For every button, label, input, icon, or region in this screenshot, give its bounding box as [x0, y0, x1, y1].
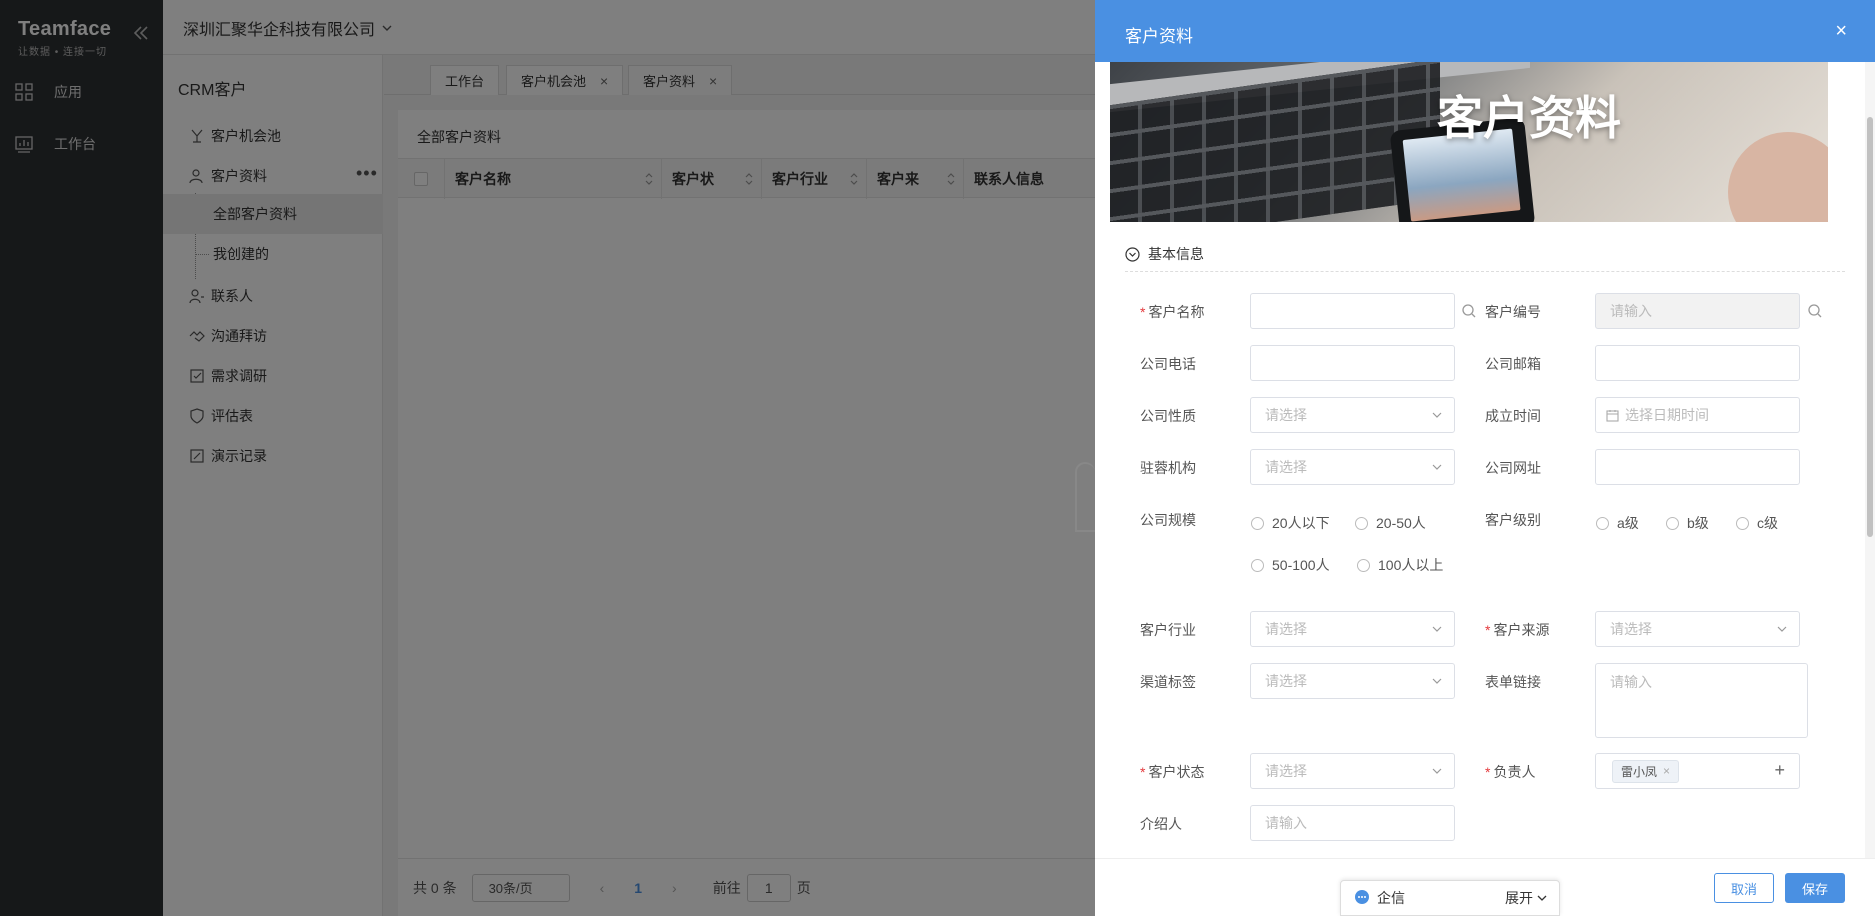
- founded-datepicker[interactable]: 选择日期时间: [1595, 397, 1800, 433]
- owner-tag: 雷小凤 ×: [1612, 759, 1680, 783]
- section-basic-info[interactable]: 基本信息: [1125, 244, 1204, 264]
- chat-widget[interactable]: 企信 展开: [1340, 880, 1560, 916]
- search-icon[interactable]: [1807, 303, 1823, 319]
- customer-no-input[interactable]: 请输入: [1595, 293, 1800, 329]
- radio-scale-2[interactable]: 20-50人: [1355, 513, 1426, 533]
- radio-circle[interactable]: [1596, 516, 1609, 530]
- radio-scale-3[interactable]: 50-100人: [1251, 555, 1330, 575]
- chevron-down-icon: [1777, 626, 1787, 632]
- chevron-down-icon: [1432, 678, 1442, 684]
- radio-circle[interactable]: [1355, 516, 1368, 530]
- customer-name-input[interactable]: [1250, 293, 1455, 329]
- search-icon[interactable]: [1461, 303, 1477, 319]
- chat-label: 企信: [1377, 890, 1405, 906]
- label-source: * 客户来源: [1485, 622, 1550, 638]
- label-industry: 客户行业: [1140, 622, 1196, 638]
- label-referrer: 介绍人: [1140, 816, 1182, 832]
- phone-input[interactable]: [1250, 345, 1455, 381]
- drawer-scrollbar[interactable]: [1865, 62, 1875, 858]
- label-owner: * 负责人: [1485, 764, 1536, 780]
- chevron-down-icon: [1432, 768, 1442, 774]
- chat-icon: [1355, 890, 1369, 904]
- customer-profile-drawer: 客户资料 × 客户资料 基本信息 * 客户名称 客户编号 请输入 公司电话 公司邮…: [1095, 0, 1875, 916]
- industry-select[interactable]: 请选择: [1250, 611, 1455, 647]
- banner-title: 客户资料: [1437, 92, 1621, 144]
- add-icon[interactable]: +: [1774, 760, 1785, 781]
- form-link-textarea[interactable]: 请输入: [1595, 663, 1808, 738]
- label-level: 客户级别: [1485, 512, 1541, 528]
- label-customer-name: * 客户名称: [1140, 304, 1205, 320]
- channel-select[interactable]: 请选择: [1250, 663, 1455, 699]
- remove-tag-icon[interactable]: ×: [1663, 764, 1670, 778]
- mascot-illustration: [1075, 462, 1095, 532]
- owner-picker[interactable]: 雷小凤 × +: [1595, 753, 1800, 789]
- chevron-down-icon: [1537, 895, 1547, 901]
- cancel-button[interactable]: 取消: [1714, 873, 1774, 903]
- scrollbar-thumb[interactable]: [1867, 117, 1873, 537]
- label-founded: 成立时间: [1485, 408, 1541, 424]
- email-input[interactable]: [1595, 345, 1800, 381]
- label-email: 公司邮箱: [1485, 356, 1541, 372]
- banner-image: 客户资料: [1110, 62, 1828, 222]
- label-form-link: 表单链接: [1485, 674, 1541, 690]
- status-select[interactable]: 请选择: [1250, 753, 1455, 789]
- label-customer-no: 客户编号: [1485, 304, 1541, 320]
- label-nature: 公司性质: [1140, 408, 1196, 424]
- chevron-down-icon: [1432, 464, 1442, 470]
- radio-level-b[interactable]: b级: [1666, 513, 1709, 533]
- collapse-circle-icon[interactable]: [1125, 246, 1140, 262]
- radio-circle[interactable]: [1251, 516, 1264, 530]
- drawer-title: 客户资料: [1125, 27, 1193, 46]
- close-icon[interactable]: ×: [1835, 20, 1847, 43]
- referrer-input[interactable]: 请输入: [1250, 805, 1455, 841]
- radio-circle[interactable]: [1666, 516, 1679, 530]
- nature-select[interactable]: 请选择: [1250, 397, 1455, 433]
- save-button[interactable]: 保存: [1785, 873, 1845, 903]
- radio-circle[interactable]: [1251, 558, 1264, 572]
- section-divider: [1125, 271, 1845, 272]
- radio-level-a[interactable]: a级: [1596, 513, 1639, 533]
- label-phone: 公司电话: [1140, 356, 1196, 372]
- section-title: 基本信息: [1148, 246, 1204, 262]
- chat-expand[interactable]: 展开: [1505, 888, 1533, 908]
- drawer-body: 客户资料 基本信息 * 客户名称 客户编号 请输入 公司电话 公司邮箱 公司性质 …: [1095, 62, 1875, 858]
- calendar-icon: [1606, 409, 1619, 422]
- source-select[interactable]: 请选择: [1595, 611, 1800, 647]
- label-agency: 驻蓉机构: [1140, 460, 1196, 476]
- chevron-down-icon: [1432, 626, 1442, 632]
- label-status: * 客户状态: [1140, 764, 1205, 780]
- label-channel: 渠道标签: [1140, 674, 1196, 690]
- website-input[interactable]: [1595, 449, 1800, 485]
- chevron-down-icon: [1432, 412, 1442, 418]
- agency-select[interactable]: 请选择: [1250, 449, 1455, 485]
- radio-circle[interactable]: [1357, 558, 1370, 572]
- radio-level-c[interactable]: c级: [1736, 513, 1778, 533]
- label-scale: 公司规模: [1140, 512, 1196, 528]
- radio-circle[interactable]: [1736, 516, 1749, 530]
- radio-scale-1[interactable]: 20人以下: [1251, 513, 1330, 533]
- label-website: 公司网址: [1485, 460, 1541, 476]
- radio-scale-4[interactable]: 100人以上: [1357, 555, 1443, 575]
- drawer-header: 客户资料 ×: [1095, 0, 1875, 62]
